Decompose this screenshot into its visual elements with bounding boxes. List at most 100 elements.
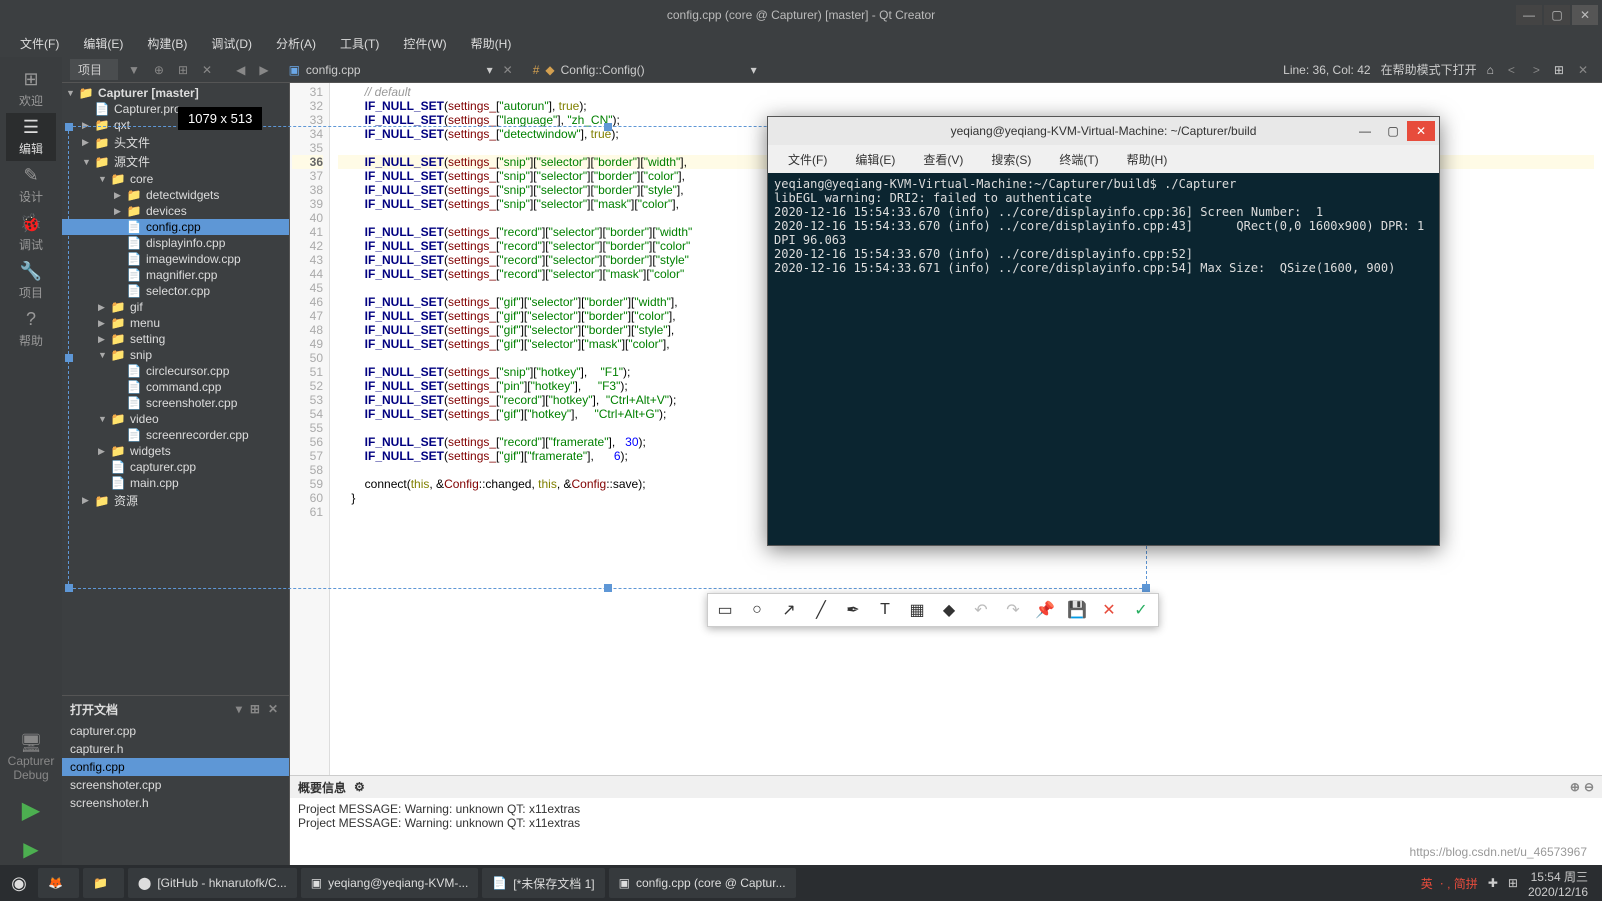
grid-icon[interactable]: ⊞: [1508, 876, 1518, 890]
split-icon[interactable]: ⊞: [174, 63, 192, 77]
tree-node[interactable]: ▶📁detectwidgets: [62, 187, 289, 203]
open-file-item[interactable]: capturer.cpp: [62, 722, 289, 740]
debug-button[interactable]: ▶: [23, 837, 38, 862]
terminal-menu-item[interactable]: 终端(T): [1045, 147, 1112, 172]
tree-node[interactable]: 📄main.cpp: [62, 475, 289, 491]
mode-调试[interactable]: 🐞调试: [6, 209, 56, 257]
tree-node[interactable]: ▶📁menu: [62, 315, 289, 331]
pin-icon[interactable]: 📌: [1034, 599, 1056, 621]
menu-item[interactable]: 文件(F): [8, 31, 71, 56]
terminal-menu-item[interactable]: 搜索(S): [977, 147, 1045, 172]
tree-node[interactable]: ▶📁devices: [62, 203, 289, 219]
mosaic-icon[interactable]: ▦: [906, 599, 928, 621]
menu-item[interactable]: 构建(B): [135, 31, 199, 56]
mode-项目[interactable]: 🔧项目: [6, 257, 56, 305]
tree-node[interactable]: ▶📁setting: [62, 331, 289, 347]
open-file-item[interactable]: screenshoter.h: [62, 794, 289, 812]
maximize-button[interactable]: ▢: [1379, 121, 1407, 141]
plus-icon[interactable]: ✚: [1488, 876, 1498, 890]
terminal-menu-item[interactable]: 帮助(H): [1113, 147, 1182, 172]
close-file-icon[interactable]: ✕: [499, 63, 517, 77]
tree-node[interactable]: ▼📁snip: [62, 347, 289, 363]
target-selector[interactable]: 🖥 Capturer Debug: [8, 733, 55, 782]
home-icon[interactable]: ⌂: [1487, 63, 1494, 77]
menu-item[interactable]: 帮助(H): [459, 31, 524, 56]
tree-node[interactable]: 📄config.cpp: [62, 219, 289, 235]
tree-node[interactable]: 📄screenshoter.cpp: [62, 395, 289, 411]
menu-item[interactable]: 调试(D): [199, 31, 264, 56]
tree-node[interactable]: ▼📁Capturer [master]: [62, 85, 289, 101]
taskbar-firefox[interactable]: 🦊: [38, 868, 79, 898]
file-tab[interactable]: ▣ config.cpp ▾ ✕: [281, 63, 525, 77]
minimize-button[interactable]: —: [1516, 5, 1542, 25]
menu-item[interactable]: 分析(A): [264, 31, 328, 56]
redo-icon[interactable]: ↷: [1002, 599, 1024, 621]
text-icon[interactable]: T: [874, 599, 896, 621]
open-file-item[interactable]: capturer.h: [62, 740, 289, 758]
split-icon[interactable]: ⊞: [247, 702, 263, 716]
taskbar-github[interactable]: ⬤[GitHub - hknarutofk/C...: [128, 868, 297, 898]
save-icon[interactable]: 💾: [1066, 599, 1088, 621]
ok-icon[interactable]: ✓: [1130, 599, 1152, 621]
mode-帮助[interactable]: ?帮助: [6, 305, 56, 353]
tree-node[interactable]: ▼📁core: [62, 171, 289, 187]
close-panel-icon[interactable]: ✕: [198, 63, 216, 77]
menu-item[interactable]: 编辑(E): [71, 31, 135, 56]
maximize-button[interactable]: ▢: [1544, 5, 1570, 25]
arrow-icon[interactable]: ↗: [778, 599, 800, 621]
project-dropdown[interactable]: 项目: [70, 59, 118, 80]
tree-node[interactable]: 📄selector.cpp: [62, 283, 289, 299]
start-button[interactable]: ◉: [4, 868, 34, 898]
minimize-button[interactable]: —: [1351, 121, 1379, 141]
tree-node[interactable]: ▼📁源文件: [62, 152, 289, 171]
symbol-dropdown[interactable]: Config::Config(): [561, 63, 645, 77]
ime-indicator[interactable]: 英 ㆍ, 简拼: [1421, 875, 1478, 892]
taskbar-term[interactable]: ▣yeqiang@yeqiang-KVM-...: [301, 868, 479, 898]
mode-设计[interactable]: ✎设计: [6, 161, 56, 209]
terminal-menu-item[interactable]: 编辑(E): [841, 147, 909, 172]
terminal-body[interactable]: yeqiang@yeqiang-KVM-Virtual-Machine:~/Ca…: [768, 173, 1439, 545]
open-documents-list[interactable]: capturer.cppcapturer.hconfig.cppscreensh…: [62, 722, 289, 812]
tree-node[interactable]: ▼📁video: [62, 411, 289, 427]
help-mode[interactable]: 在帮助模式下打开: [1381, 61, 1477, 78]
terminal-window[interactable]: yeqiang@yeqiang-KVM-Virtual-Machine: ~/C…: [767, 116, 1440, 546]
back-icon[interactable]: ◀: [232, 63, 249, 77]
tree-node[interactable]: ▶📁资源: [62, 491, 289, 510]
run-button[interactable]: ▶: [22, 796, 40, 825]
output-body[interactable]: Project MESSAGE: Warning: unknown QT: x1…: [290, 798, 1602, 875]
zoom-icon[interactable]: ⊕: [1570, 780, 1580, 794]
sync-icon[interactable]: ⊕: [150, 63, 168, 77]
menu-item[interactable]: 工具(T): [328, 31, 391, 56]
rect-icon[interactable]: ▭: [714, 599, 736, 621]
taskbar-qt[interactable]: ▣config.cpp (core @ Captur...: [609, 868, 796, 898]
terminal-menu-item[interactable]: 文件(F): [774, 147, 841, 172]
tree-node[interactable]: 📄magnifier.cpp: [62, 267, 289, 283]
eraser-icon[interactable]: ◆: [938, 599, 960, 621]
taskbar-doc[interactable]: 📄[*未保存文档 1]: [482, 868, 604, 898]
tree-node[interactable]: 📄screenrecorder.cpp: [62, 427, 289, 443]
filter-icon[interactable]: ⚙: [354, 780, 365, 794]
undo-icon[interactable]: ↶: [970, 599, 992, 621]
tree-node[interactable]: 📄command.cpp: [62, 379, 289, 395]
tree-node[interactable]: 📄imagewindow.cpp: [62, 251, 289, 267]
open-file-item[interactable]: config.cpp: [62, 758, 289, 776]
split-editor-icon[interactable]: ⊞: [1554, 63, 1564, 77]
tree-node[interactable]: ▶📁头文件: [62, 133, 289, 152]
tree-node[interactable]: ▶📁gif: [62, 299, 289, 315]
menu-item[interactable]: 控件(W): [391, 31, 458, 56]
tree-node[interactable]: 📄circlecursor.cpp: [62, 363, 289, 379]
pen-icon[interactable]: ✒: [842, 599, 864, 621]
tree-node[interactable]: 📄capturer.cpp: [62, 459, 289, 475]
close-button[interactable]: ✕: [1572, 5, 1598, 25]
mode-编辑[interactable]: ☰编辑: [6, 113, 56, 161]
cancel-icon[interactable]: ✕: [1098, 599, 1120, 621]
close-button[interactable]: ✕: [1407, 121, 1435, 141]
open-file-item[interactable]: screenshoter.cpp: [62, 776, 289, 794]
terminal-menu-item[interactable]: 查看(V): [909, 147, 977, 172]
mode-欢迎[interactable]: ⊞欢迎: [6, 65, 56, 113]
tree-node[interactable]: 📄displayinfo.cpp: [62, 235, 289, 251]
filter-icon[interactable]: ▼: [124, 63, 144, 77]
circle-icon[interactable]: ○: [746, 599, 768, 621]
taskbar-files[interactable]: 📁: [83, 868, 124, 898]
line-icon[interactable]: ╱: [810, 599, 832, 621]
